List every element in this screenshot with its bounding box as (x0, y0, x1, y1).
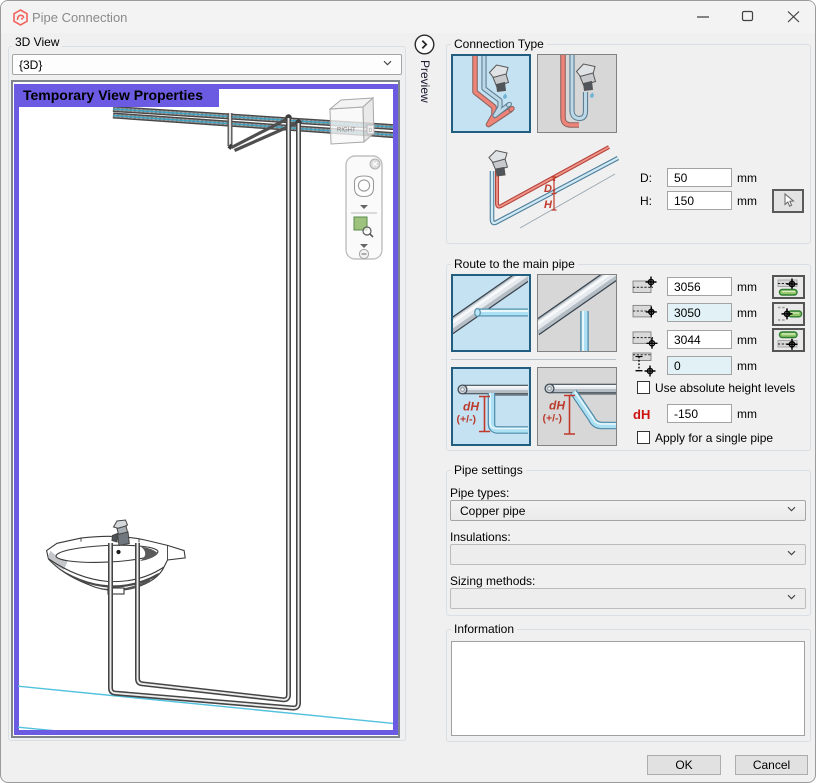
svg-text:H: H (544, 199, 553, 211)
svg-text:dH: dH (463, 400, 479, 414)
svg-text:D: D (544, 183, 552, 195)
svg-text:D: D (369, 128, 373, 134)
svg-text:RIGHT: RIGHT (337, 128, 356, 134)
svg-text:(+/-): (+/-) (543, 413, 563, 425)
svg-text:dH: dH (549, 399, 565, 413)
svg-text:(+/-): (+/-) (457, 414, 477, 426)
